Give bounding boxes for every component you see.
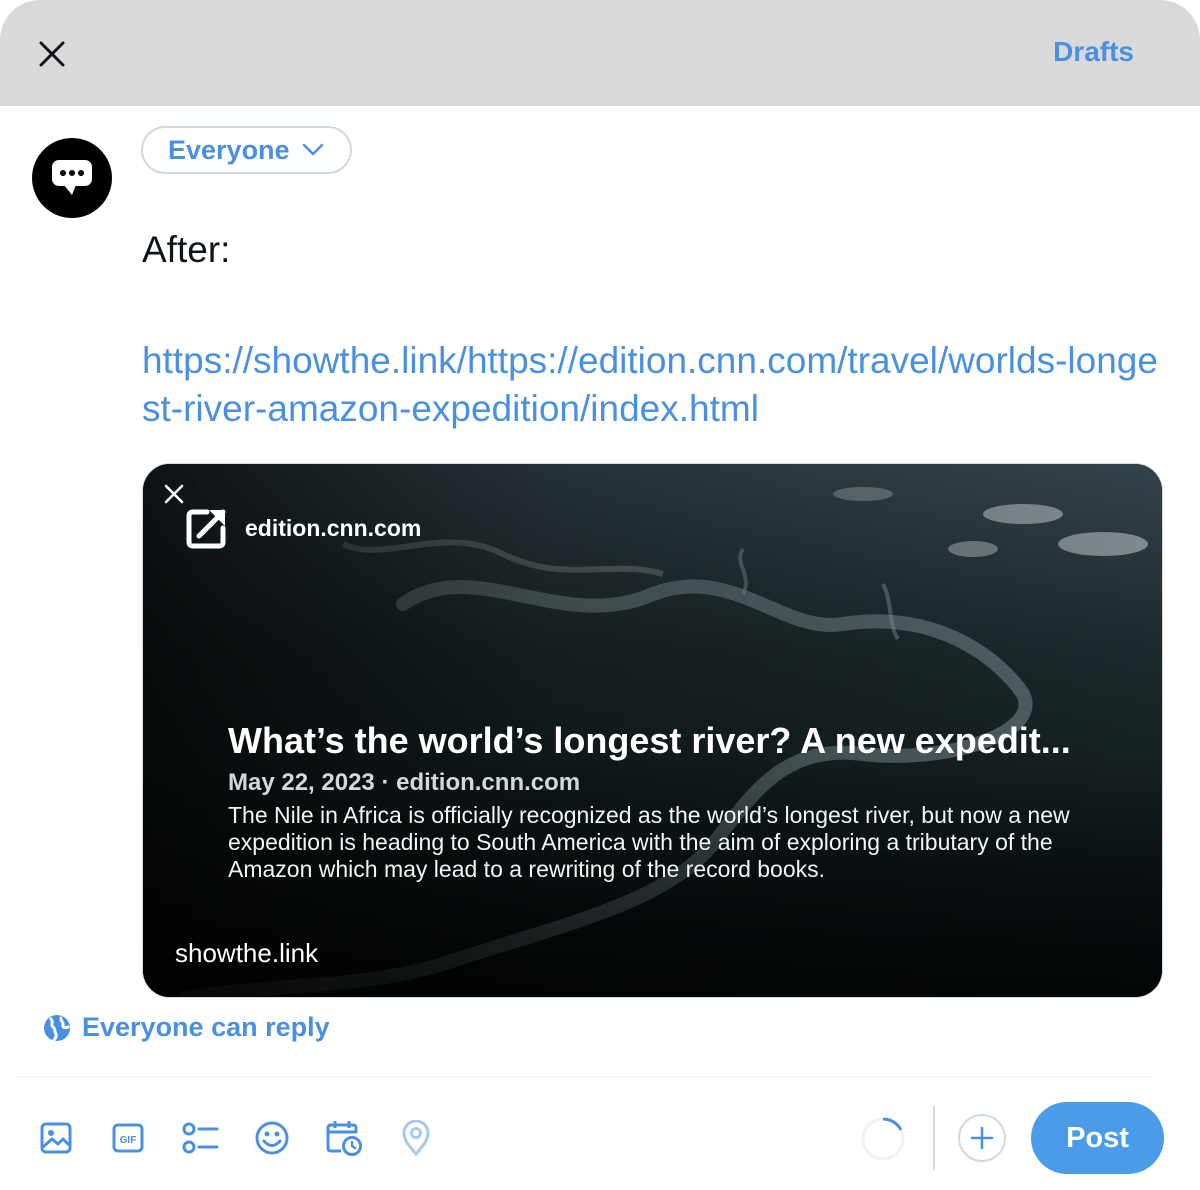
add-image-button[interactable] — [34, 1116, 78, 1160]
audience-label: Everyone — [168, 134, 290, 165]
top-bar: Drafts — [0, 0, 1200, 106]
card-text-block: What’s the world’s longest river? A new … — [228, 718, 1128, 883]
add-poll-button[interactable] — [178, 1116, 222, 1160]
compose-modal: Drafts Everyone After: https://showthe.l… — [0, 0, 1200, 1190]
avatar[interactable] — [32, 138, 112, 218]
poll-icon — [182, 1122, 219, 1154]
audience-selector[interactable]: Everyone — [141, 126, 352, 174]
close-icon — [164, 484, 184, 504]
close-icon — [39, 41, 65, 67]
chevron-down-icon — [302, 143, 323, 156]
character-count-ring — [861, 1117, 905, 1161]
toolbar-separator — [933, 1106, 935, 1170]
card-description: The Nile in Africa is officially recogni… — [228, 802, 1070, 882]
reply-setting[interactable]: Everyone can reply — [42, 1012, 330, 1043]
external-link-icon — [186, 509, 226, 549]
compose-text[interactable]: After: — [142, 226, 1172, 274]
gif-icon: GIF — [112, 1123, 144, 1153]
add-post-button[interactable] — [958, 1114, 1006, 1162]
globe-icon — [44, 1014, 70, 1041]
schedule-button[interactable] — [322, 1116, 366, 1160]
card-title: What’s the world’s longest river? A new … — [228, 720, 1071, 761]
compose-link[interactable]: https://showthe.link/https://edition.cnn… — [142, 337, 1172, 433]
add-emoji-button[interactable] — [250, 1116, 294, 1160]
svg-text:GIF: GIF — [120, 1135, 137, 1146]
divider — [16, 1076, 1152, 1077]
chat-bubble-icon — [52, 160, 92, 195]
post-button[interactable]: Post — [1031, 1102, 1164, 1174]
location-button[interactable] — [394, 1116, 438, 1160]
compose-toolbar: GIF Post — [0, 1102, 1200, 1174]
link-preview-card[interactable]: edition.cnn.com What’s the world’s longe… — [142, 463, 1163, 998]
add-gif-button[interactable]: GIF — [106, 1116, 150, 1160]
card-footer-domain: showthe.link — [175, 938, 319, 968]
drafts-button[interactable]: Drafts — [1053, 36, 1134, 68]
schedule-icon — [326, 1121, 362, 1156]
location-icon — [402, 1120, 430, 1156]
card-meta: May 22, 2023 · edition.cnn.com — [228, 769, 581, 796]
card-domain-row: edition.cnn.com — [185, 506, 421, 550]
reply-setting-label: Everyone can reply — [82, 1012, 330, 1042]
image-icon — [40, 1122, 72, 1154]
plus-icon — [970, 1126, 994, 1150]
emoji-icon — [255, 1121, 289, 1155]
close-button[interactable] — [30, 32, 74, 76]
card-domain: edition.cnn.com — [245, 514, 422, 541]
